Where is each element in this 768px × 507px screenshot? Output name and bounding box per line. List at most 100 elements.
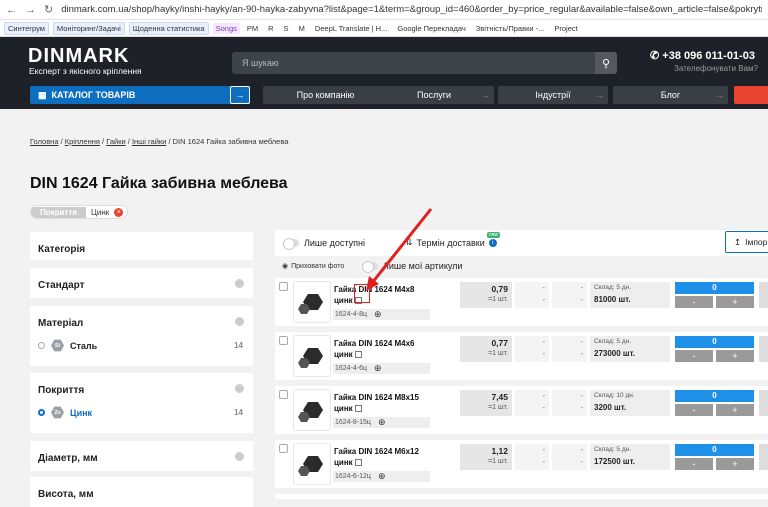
- phone-number[interactable]: ✆ +38 096 011-01-03: [650, 49, 755, 62]
- cart-button[interactable]: [759, 336, 768, 362]
- close-icon[interactable]: ×: [114, 207, 124, 217]
- menu-item-services[interactable]: Послуги →: [374, 86, 494, 104]
- bookmark[interactable]: S: [281, 23, 292, 34]
- search-box[interactable]: Я шукаю ⚲: [232, 52, 617, 74]
- back-icon[interactable]: ←: [6, 4, 17, 16]
- cart-button[interactable]: [759, 444, 768, 470]
- bookmark[interactable]: Моніторинг/Задачі: [52, 21, 125, 35]
- cart-button[interactable]: [759, 390, 768, 416]
- bookmark[interactable]: PM: [244, 23, 261, 34]
- info-icon[interactable]: i: [488, 238, 497, 247]
- sku: 1624-4-6ц ⊕: [333, 363, 430, 374]
- dash: -: [580, 457, 583, 466]
- decrement-button[interactable]: -: [675, 350, 713, 362]
- increment-button[interactable]: +: [716, 296, 754, 308]
- sku-text: 1624-4-8ц: [335, 311, 368, 318]
- delivery-term-sort[interactable]: ⇅ Термін доставки new i: [405, 232, 501, 248]
- filter-option-steel[interactable]: St Сталь 14: [38, 339, 243, 352]
- logo[interactable]: DINMARK: [28, 45, 129, 68]
- copy-icon[interactable]: [354, 351, 362, 359]
- toggle-switch[interactable]: [283, 238, 299, 250]
- add-circle-icon[interactable]: ⊕: [378, 471, 386, 482]
- quantity-field[interactable]: 0: [675, 444, 754, 456]
- toggle-switch[interactable]: [362, 261, 378, 273]
- bookmark[interactable]: Щоденна статистика: [128, 21, 209, 35]
- increment-button[interactable]: +: [716, 350, 754, 362]
- my-articles-toggle[interactable]: Лише мої артикули: [362, 261, 462, 273]
- bookmark[interactable]: Songs: [212, 22, 240, 34]
- dash: -: [580, 403, 583, 412]
- product-name[interactable]: Гайка DIN 1624 M4x6 цинк: [334, 338, 429, 360]
- filter-material[interactable]: Матеріал St Сталь 14: [30, 306, 253, 366]
- radio-button[interactable]: [38, 342, 45, 349]
- row-checkbox[interactable]: [279, 390, 288, 399]
- catalog-button[interactable]: ▦ КАТАЛОГ ТОВАРІВ →: [30, 86, 250, 104]
- quantity-field[interactable]: 0: [675, 390, 754, 402]
- active-filter-chip[interactable]: Покриття Цинк ×: [30, 205, 129, 219]
- product-name[interactable]: Гайка DIN 1624 M6x12 цинк: [334, 446, 429, 468]
- bookmark[interactable]: R: [265, 23, 276, 34]
- product-name[interactable]: Гайка DIN 1624 M4x8 цинк: [334, 284, 429, 306]
- menu-item-about[interactable]: Про компанію→: [263, 86, 388, 104]
- reload-icon[interactable]: ↻: [44, 3, 53, 16]
- product-image[interactable]: [293, 443, 331, 485]
- url-field[interactable]: dinmark.com.ua/shop/hayky/inshi-hayky/an…: [61, 4, 762, 15]
- stock-label: Склад: 10 дн.: [594, 392, 635, 399]
- breadcrumb-nuts[interactable]: Гайки: [106, 137, 125, 146]
- increment-button[interactable]: +: [716, 404, 754, 416]
- catalog-label: КАТАЛОГ ТОВАРІВ: [51, 90, 136, 100]
- filter-diameter[interactable]: Діаметр, мм: [30, 441, 253, 471]
- bookmark[interactable]: Звітність/Правки -...: [473, 23, 548, 34]
- increment-button[interactable]: +: [716, 458, 754, 470]
- stock-qty: 3200 шт.: [594, 403, 627, 412]
- menu-item-label: Про компанію: [296, 90, 355, 100]
- decrement-button[interactable]: -: [675, 458, 713, 470]
- search-input[interactable]: Я шукаю: [232, 58, 595, 68]
- breadcrumb-home[interactable]: Головна: [30, 137, 59, 146]
- add-circle-icon[interactable]: ⊕: [374, 363, 382, 374]
- quantity-field[interactable]: 0: [675, 282, 754, 294]
- bookmark[interactable]: Project: [551, 23, 580, 34]
- search-icon[interactable]: ⚲: [595, 52, 617, 74]
- product-image[interactable]: [293, 281, 331, 323]
- breadcrumb-fasteners[interactable]: Кріплення: [65, 137, 100, 146]
- product-name[interactable]: Гайка DIN 1624 M8x15 цинк: [334, 392, 429, 414]
- arrow-right-icon: →: [715, 90, 724, 100]
- row-checkbox[interactable]: [279, 336, 288, 345]
- row-checkbox[interactable]: [279, 282, 288, 291]
- callback-link[interactable]: Зателефонувати Вам?: [674, 64, 758, 73]
- row-checkbox[interactable]: [279, 444, 288, 453]
- quantity-field[interactable]: 0: [675, 336, 754, 348]
- hide-photo-button[interactable]: ◉ Приховати фото: [282, 262, 344, 271]
- filter-height[interactable]: Висота, мм: [30, 477, 253, 507]
- filter-standard[interactable]: Стандарт: [30, 268, 253, 298]
- breadcrumb-other-nuts[interactable]: Інші гайки: [132, 137, 166, 146]
- add-circle-icon[interactable]: ⊕: [378, 417, 386, 428]
- dash: -: [580, 349, 583, 358]
- filter-title: Діаметр, мм: [38, 453, 98, 464]
- main-menu: ▦ КАТАЛОГ ТОВАРІВ → Про компанію→ Послуг…: [0, 85, 768, 109]
- product-image[interactable]: [293, 335, 331, 377]
- decrement-button[interactable]: -: [675, 296, 713, 308]
- add-circle-icon[interactable]: ⊕: [374, 309, 382, 320]
- price-unit: =1 шт.: [488, 458, 508, 465]
- import-button[interactable]: ↥ Імпор: [725, 231, 768, 253]
- menu-item-industries[interactable]: Індустрії →: [498, 86, 608, 104]
- bookmark[interactable]: M: [296, 23, 308, 34]
- only-available-toggle[interactable]: Лише доступні: [283, 238, 365, 250]
- bookmark[interactable]: DeepL Translate | Н...: [312, 23, 391, 34]
- menu-item-blog[interactable]: Блог →: [613, 86, 728, 104]
- filter-coating[interactable]: Покриття Zn Цинк 14: [30, 373, 253, 433]
- filter-option-zinc[interactable]: Zn Цинк 14: [38, 406, 243, 419]
- bookmark[interactable]: Google Перекладач: [394, 23, 468, 34]
- product-image[interactable]: [293, 389, 331, 431]
- filter-category[interactable]: Категорія: [30, 232, 253, 260]
- radio-button[interactable]: [38, 409, 45, 416]
- decrement-button[interactable]: -: [675, 404, 713, 416]
- forward-icon[interactable]: →: [25, 4, 36, 16]
- cart-button[interactable]: [759, 282, 768, 308]
- copy-icon[interactable]: [354, 405, 362, 413]
- copy-icon[interactable]: [354, 459, 362, 467]
- bookmark[interactable]: Синтегрум: [4, 21, 49, 35]
- promo-button[interactable]: [734, 86, 768, 104]
